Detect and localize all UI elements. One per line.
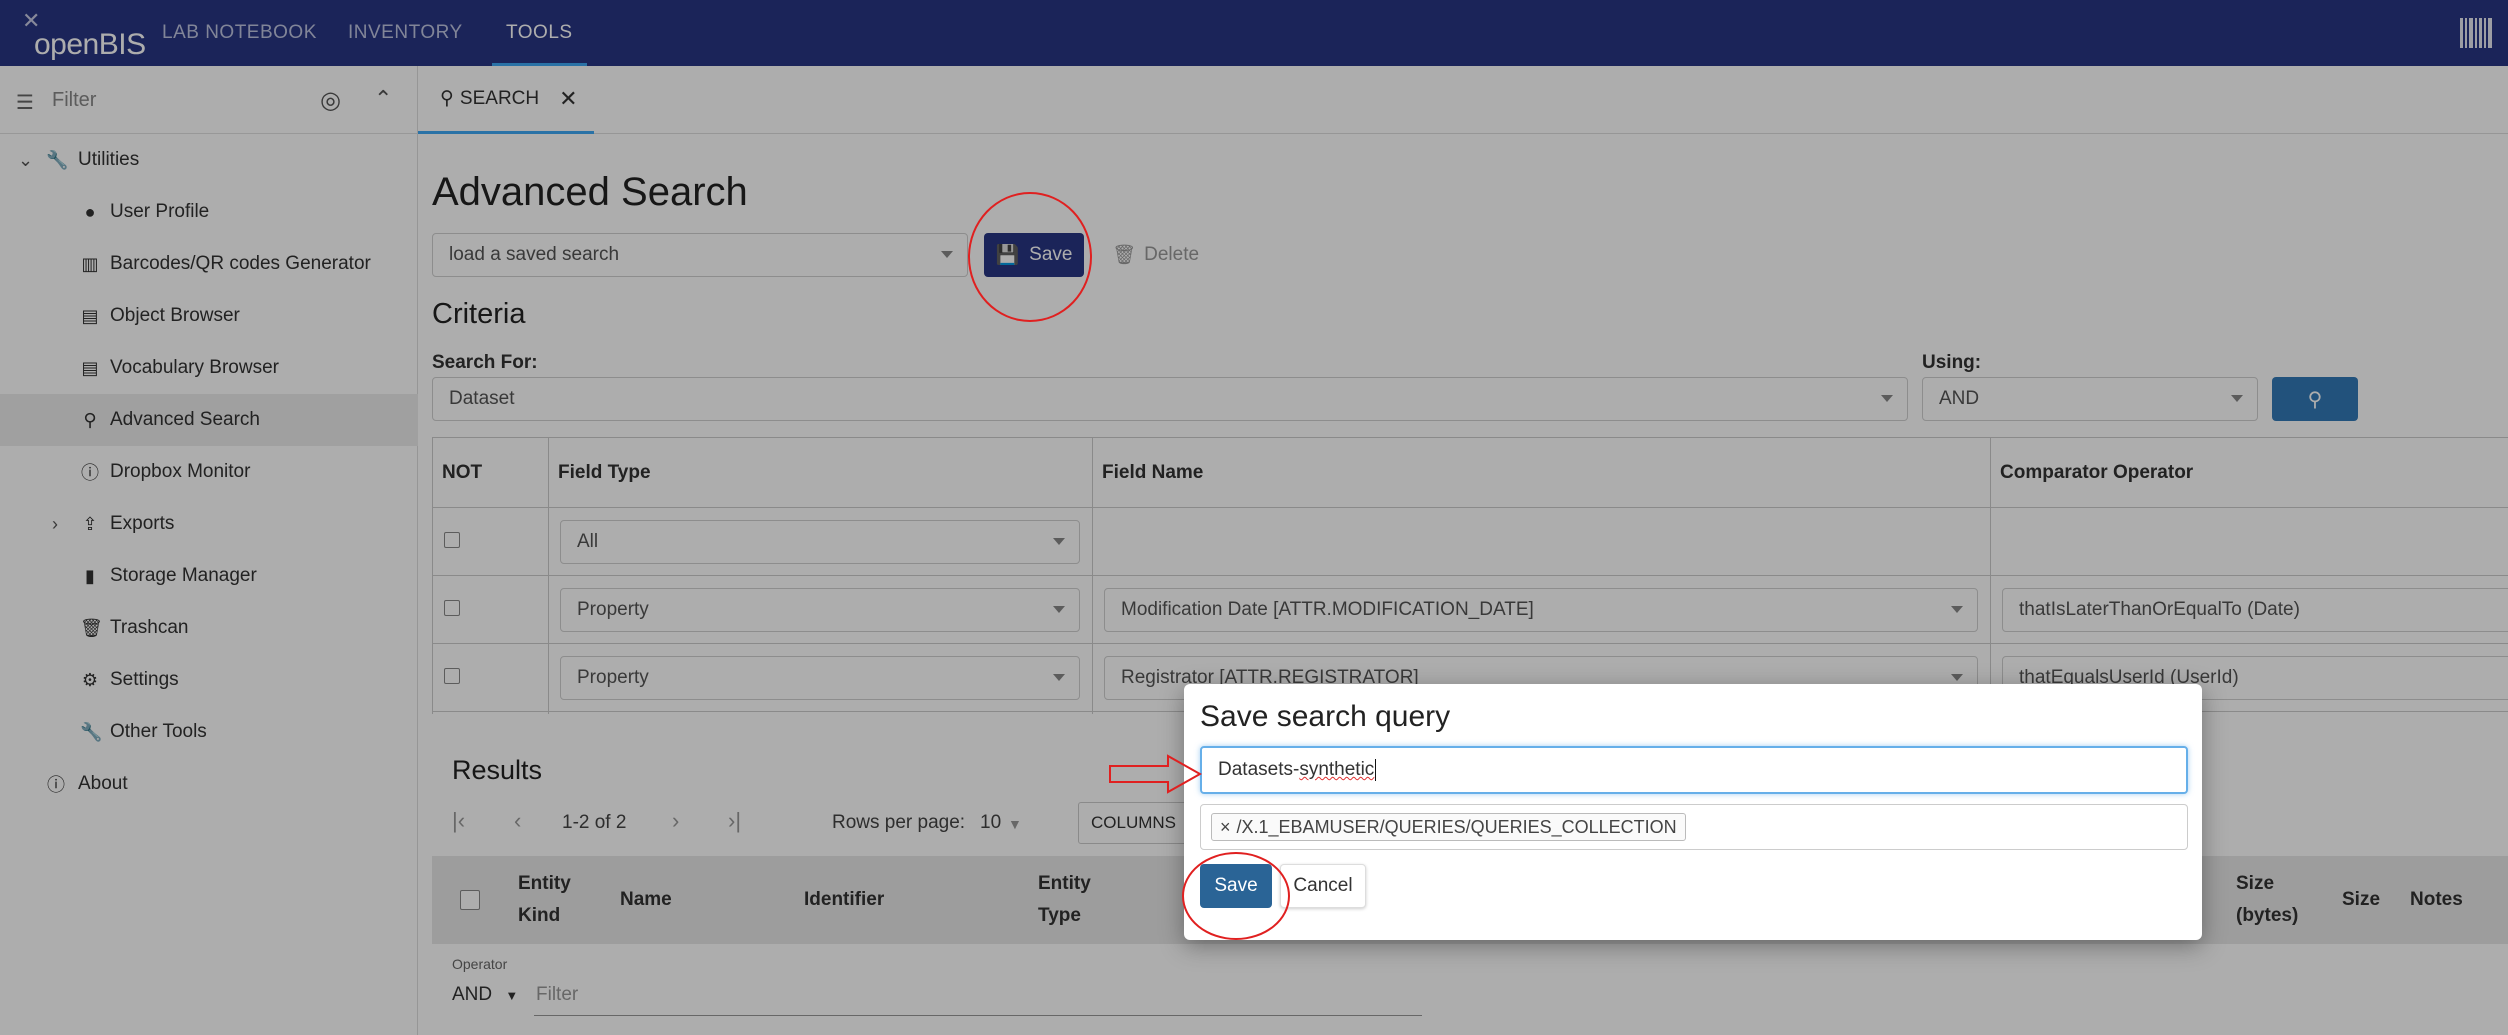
collection-tag-label: /X.1_EBAMUSER/QUERIES/QUERIES_COLLECTION [1236,816,1677,837]
query-name-misspelled-word: synthetic [1299,759,1375,780]
annotation-circle-dialog-save [1182,852,1290,940]
annotation-arrow-icon [1109,754,1202,794]
save-search-query-dialog: Save search query Datasets-synthetic × /… [1184,684,2202,940]
text-cursor [1375,759,1377,781]
dialog-cancel-button[interactable]: Cancel [1280,864,1366,908]
query-name-prefix: Datasets- [1218,759,1300,780]
query-name-input[interactable]: Datasets-synthetic [1200,746,2188,794]
dialog-title: Save search query [1200,700,1451,733]
collection-tag[interactable]: × /X.1_EBAMUSER/QUERIES/QUERIES_COLLECTI… [1211,813,1686,841]
collection-select[interactable]: × /X.1_EBAMUSER/QUERIES/QUERIES_COLLECTI… [1200,804,2188,850]
annotation-circle-top-save [968,192,1092,322]
remove-tag-icon[interactable]: × [1220,817,1231,838]
